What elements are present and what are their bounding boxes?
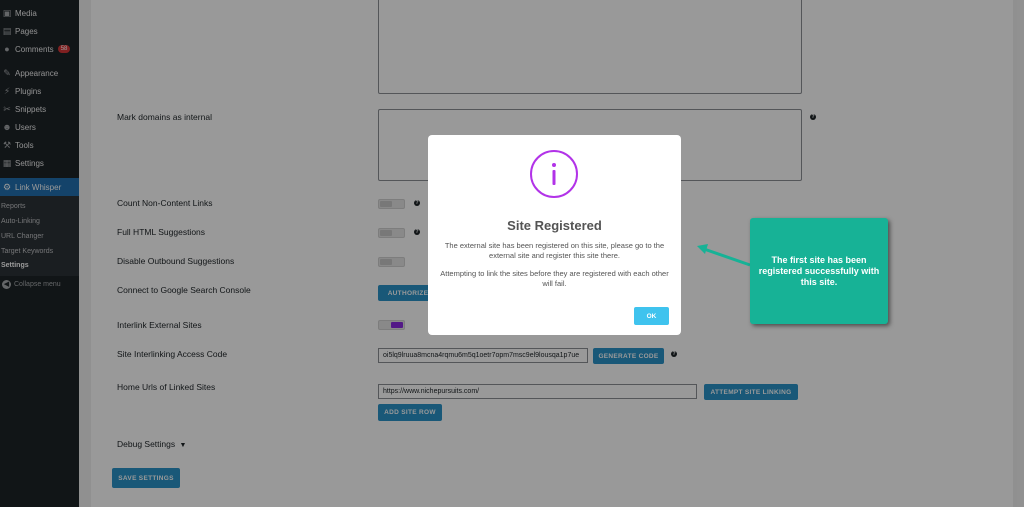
annotation-callout: The first site has been registered succe…	[750, 218, 888, 324]
modal-title: Site Registered	[507, 218, 602, 233]
site-registered-modal: Site Registered The external site has be…	[428, 135, 681, 335]
modal-warning: Attempting to link the sites before they…	[440, 269, 669, 288]
modal-message: The external site has been registered on…	[444, 241, 665, 260]
ok-button[interactable]: OK	[634, 307, 669, 325]
info-icon	[530, 150, 578, 198]
